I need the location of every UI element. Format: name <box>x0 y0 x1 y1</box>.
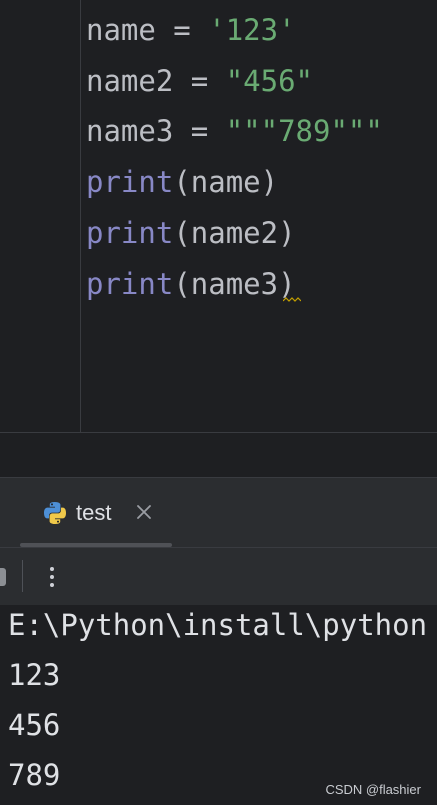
console-line: E:\Python\install\python <box>8 608 428 642</box>
code-line-1[interactable]: name = '123' <box>86 12 296 48</box>
run-toolbar <box>0 547 437 605</box>
builtin-function: print <box>86 216 174 250</box>
paren: ( <box>173 216 191 250</box>
gutter-divider <box>80 0 81 432</box>
variable: name2 <box>86 64 174 98</box>
close-icon[interactable] <box>134 502 154 522</box>
paren: ) <box>278 216 296 250</box>
variable: name3 <box>86 114 174 148</box>
string-literal: '123' <box>208 13 296 47</box>
code-editor[interactable]: name = '123' name2 = "456" name3 = """78… <box>0 0 437 432</box>
editor-status-strip <box>0 433 437 477</box>
toolbar-separator <box>22 560 23 592</box>
string-literal: """789""" <box>225 114 383 148</box>
operator: = <box>173 114 226 148</box>
warning-squiggle[interactable] <box>283 297 301 303</box>
string-literal: "456" <box>225 64 314 98</box>
code-line-5[interactable]: print(name2) <box>86 215 296 251</box>
watermark: CSDN @flashier <box>325 782 421 797</box>
paren: ( <box>173 267 191 301</box>
argument: name <box>190 165 261 199</box>
console-line: 123 <box>8 658 61 692</box>
python-icon <box>44 502 66 524</box>
variable: name <box>86 13 156 47</box>
tab-test[interactable]: test <box>20 478 172 547</box>
operator: = <box>173 64 226 98</box>
code-line-3[interactable]: name3 = """789""" <box>86 113 383 149</box>
operator: = <box>155 13 209 47</box>
paren: ) <box>278 267 296 301</box>
paren: ) <box>260 165 279 199</box>
run-tab-bar: test <box>0 477 437 547</box>
code-line-2[interactable]: name2 = "456" <box>86 63 313 99</box>
code-line-6[interactable]: print(name3) <box>86 266 296 302</box>
console-output[interactable]: E:\Python\install\python 123 456 789 CSD… <box>0 605 437 805</box>
builtin-function: print <box>86 165 174 199</box>
console-line: 789 <box>8 758 61 792</box>
console-line: 456 <box>8 708 61 742</box>
tab-label: test <box>76 500 112 525</box>
toolbar-button-partial[interactable] <box>0 568 6 586</box>
paren: ( <box>173 165 191 199</box>
more-vertical-icon[interactable] <box>44 562 60 592</box>
argument: name3 <box>190 267 279 301</box>
code-line-4[interactable]: print(name) <box>86 164 278 200</box>
builtin-function: print <box>86 267 174 301</box>
argument: name2 <box>190 216 279 250</box>
